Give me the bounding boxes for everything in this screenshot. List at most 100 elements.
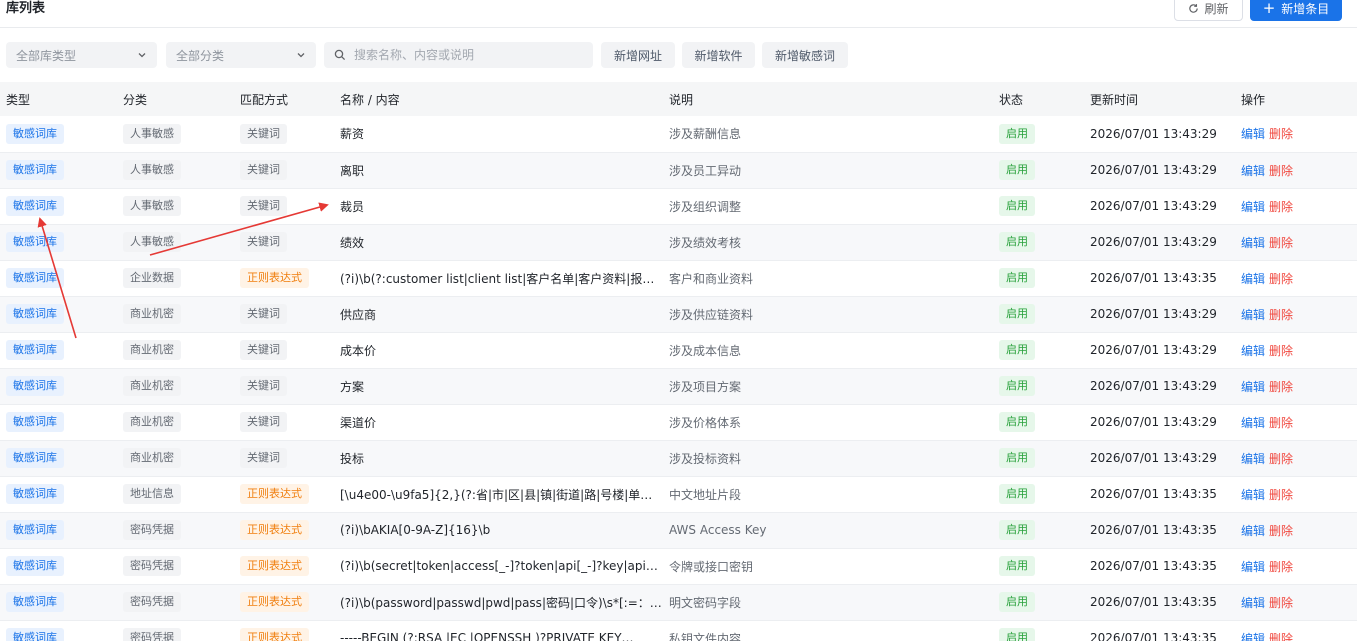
delete-link[interactable]: 删除 — [1269, 200, 1293, 214]
cell-desc: 中文地址片段 — [669, 487, 742, 502]
edit-link[interactable]: 编辑 — [1241, 272, 1265, 286]
column-header-time: 更新时间 — [1090, 92, 1139, 107]
add-entry-label: 新增条目 — [1281, 2, 1330, 16]
edit-link[interactable]: 编辑 — [1241, 344, 1265, 358]
library-table: 类型 分类 匹配方式 名称 / 内容 说明 状态 更新时间 操作 敏感词库 人事敏… — [0, 82, 1357, 641]
edit-link[interactable]: 编辑 — [1241, 560, 1265, 574]
cell-match: 关键词 — [234, 404, 334, 440]
cell-type: 敏感词库 — [0, 152, 117, 188]
table-row: 敏感词库 企业数据 正则表达式 (?i)\b(?:customer list|clie… — [0, 260, 1357, 296]
type-tag: 敏感词库 — [6, 340, 64, 360]
type-tag: 敏感词库 — [6, 448, 64, 468]
category-tag: 人事敏感 — [123, 160, 181, 180]
delete-link[interactable]: 删除 — [1269, 596, 1293, 610]
cell-time: 2026/07/01 13:43:35 — [1090, 487, 1217, 501]
category-tag: 商业机密 — [123, 376, 181, 396]
type-tag: 敏感词库 — [6, 592, 64, 612]
cell-content: 绩效 — [340, 235, 365, 250]
edit-link[interactable]: 编辑 — [1241, 200, 1265, 214]
add-software-button[interactable]: 新增软件 — [682, 42, 755, 68]
match-tag: 正则表达式 — [240, 556, 309, 576]
status-badge: 启用 — [999, 304, 1035, 324]
cell-status: 启用 — [993, 152, 1084, 188]
cell-category: 密码凭据 — [117, 620, 234, 641]
cell-time: 2026/07/01 13:43:29 — [1090, 415, 1217, 429]
category-select[interactable]: 全部分类 — [166, 42, 316, 68]
search-icon — [334, 49, 346, 61]
cell-match: 正则表达式 — [234, 620, 334, 641]
cell-match: 正则表达式 — [234, 584, 334, 620]
delete-link[interactable]: 删除 — [1269, 452, 1293, 466]
cell-actions: 编辑 删除 — [1235, 512, 1357, 548]
add-entry-button[interactable]: + 新增条目 — [1250, 0, 1342, 21]
delete-link[interactable]: 删除 — [1269, 524, 1293, 538]
edit-link[interactable]: 编辑 — [1241, 308, 1265, 322]
delete-link[interactable]: 删除 — [1269, 560, 1293, 574]
refresh-label: 刷新 — [1204, 2, 1229, 16]
column-header-status: 状态 — [999, 92, 1024, 107]
status-badge: 启用 — [999, 412, 1035, 432]
cell-category: 商业机密 — [117, 296, 234, 332]
cell-type: 敏感词库 — [0, 404, 117, 440]
status-badge: 启用 — [999, 123, 1035, 144]
edit-link[interactable]: 编辑 — [1241, 452, 1265, 466]
match-tag: 关键词 — [240, 123, 287, 144]
cell-match: 关键词 — [234, 152, 334, 188]
cell-actions: 编辑 删除 — [1235, 224, 1357, 260]
cell-type: 敏感词库 — [0, 584, 117, 620]
cell-actions: 编辑 删除 — [1235, 260, 1357, 296]
delete-link[interactable]: 删除 — [1269, 272, 1293, 286]
delete-link[interactable]: 删除 — [1269, 308, 1293, 322]
cell-content: 投标 — [340, 451, 365, 466]
delete-link[interactable]: 删除 — [1269, 344, 1293, 358]
delete-link[interactable]: 删除 — [1269, 164, 1293, 178]
category-tag: 商业机密 — [123, 304, 181, 324]
delete-link[interactable]: 删除 — [1269, 236, 1293, 250]
delete-link[interactable]: 删除 — [1269, 127, 1293, 141]
status-badge: 启用 — [999, 448, 1035, 468]
edit-link[interactable]: 编辑 — [1241, 236, 1265, 250]
cell-content: 成本价 — [340, 343, 377, 358]
library-type-select[interactable]: 全部库类型 — [6, 42, 157, 68]
cell-time: 2026/07/01 13:43:29 — [1090, 343, 1217, 357]
edit-link[interactable]: 编辑 — [1241, 164, 1265, 178]
cell-content: 方案 — [340, 379, 365, 394]
cell-category: 人事敏感 — [117, 224, 234, 260]
search-input[interactable] — [354, 48, 574, 62]
table-header-row: 类型 分类 匹配方式 名称 / 内容 说明 状态 更新时间 操作 — [0, 82, 1357, 116]
table-row: 敏感词库 人事敏感 关键词 薪资 涉及薪酬信息 启用 2026/07/01 13:43:29… — [0, 116, 1357, 152]
cell-time: 2026/07/01 13:43:29 — [1090, 235, 1217, 249]
refresh-button[interactable]: 刷新 — [1174, 0, 1243, 21]
edit-link[interactable]: 编辑 — [1241, 416, 1265, 430]
delete-link[interactable]: 删除 — [1269, 416, 1293, 430]
cell-match: 正则表达式 — [234, 260, 334, 296]
delete-link[interactable]: 删除 — [1269, 632, 1293, 641]
edit-link[interactable]: 编辑 — [1241, 632, 1265, 641]
cell-status: 启用 — [993, 404, 1084, 440]
status-badge: 启用 — [999, 556, 1035, 576]
cell-time: 2026/07/01 13:43:29 — [1090, 126, 1217, 141]
cell-match: 关键词 — [234, 332, 334, 368]
cell-category: 人事敏感 — [117, 188, 234, 224]
type-tag: 敏感词库 — [6, 484, 64, 504]
add-url-button[interactable]: 新增网址 — [601, 42, 675, 68]
cell-category: 人事敏感 — [117, 152, 234, 188]
delete-link[interactable]: 删除 — [1269, 380, 1293, 394]
edit-link[interactable]: 编辑 — [1241, 524, 1265, 538]
cell-match: 正则表达式 — [234, 476, 334, 512]
add-sensitive-word-button[interactable]: 新增敏感词 — [762, 42, 848, 68]
cell-match: 关键词 — [234, 296, 334, 332]
edit-link[interactable]: 编辑 — [1241, 380, 1265, 394]
edit-link[interactable]: 编辑 — [1241, 488, 1265, 502]
edit-link[interactable]: 编辑 — [1241, 127, 1265, 141]
cell-match: 正则表达式 — [234, 512, 334, 548]
cell-category: 商业机密 — [117, 404, 234, 440]
edit-link[interactable]: 编辑 — [1241, 596, 1265, 610]
cell-type: 敏感词库 — [0, 224, 117, 260]
delete-link[interactable]: 删除 — [1269, 488, 1293, 502]
cell-category: 商业机密 — [117, 440, 234, 476]
library-type-value: 全部库类型 — [16, 48, 77, 63]
cell-match: 关键词 — [234, 224, 334, 260]
match-tag: 关键词 — [240, 448, 287, 468]
cell-content: 供应商 — [340, 307, 377, 322]
